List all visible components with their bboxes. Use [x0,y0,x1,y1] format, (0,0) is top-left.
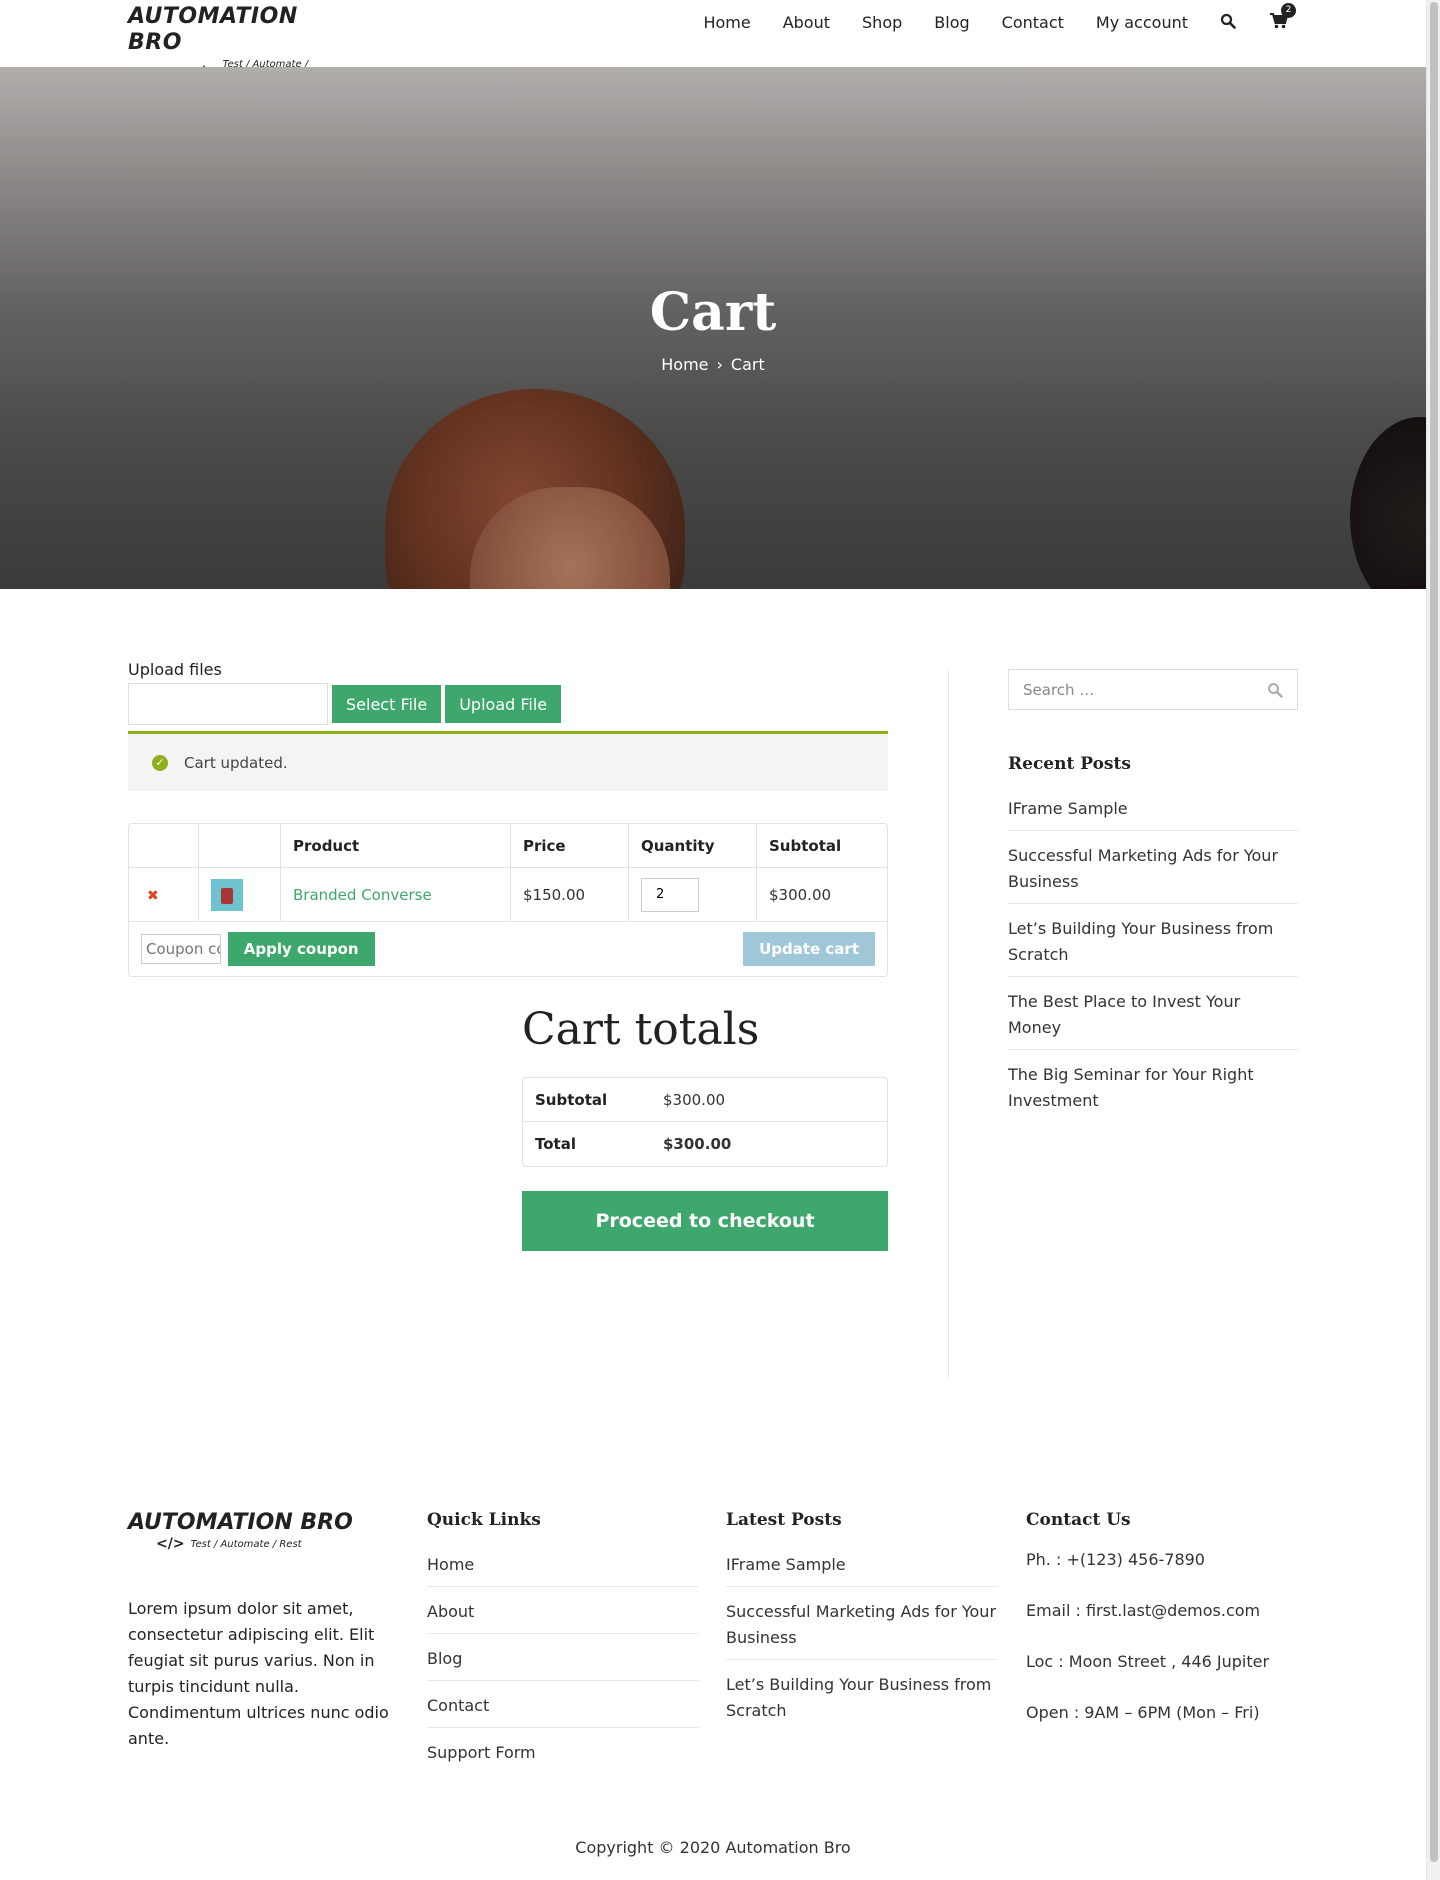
breadcrumb: Home › Cart [0,355,1426,374]
recent-post-link[interactable]: Successful Marketing Ads for Your Busine… [1008,839,1298,904]
page-scrollbar[interactable] [1426,0,1440,1880]
sidebar-search-input[interactable]: Search … [1008,669,1298,710]
footer-about: AUTOMATION BRO </> Test / Automate / Res… [128,1510,400,1752]
scrollbar-thumb[interactable] [1430,2,1438,1862]
notice-text: Cart updated. [184,753,288,772]
latest-posts-list: IFrame Sample Successful Marketing Ads f… [726,1548,998,1732]
header-thumbnail [199,824,281,868]
copyright: Copyright © 2020 Automation Bro [575,1838,851,1857]
coupon-input[interactable] [141,934,221,964]
quick-links-heading: Quick Links [427,1510,541,1530]
nav-shop[interactable]: Shop [862,13,902,32]
total-row: Total $300.00 [523,1122,887,1166]
recent-posts-list: IFrame Sample Successful Marketing Ads f… [1008,792,1298,1122]
total-label: Total [535,1135,576,1153]
footer-contact: Contact Us Ph. : +(123) 456-7890 Email :… [1026,1510,1298,1752]
cart-main: Upload files Select File Upload File ✓ C… [128,660,888,1251]
upload-file-field[interactable] [128,683,328,725]
header-remove [129,824,199,868]
recent-post-link[interactable]: The Big Seminar for Your Right Investmen… [1008,1058,1298,1122]
subtotal-row: Subtotal $300.00 [523,1078,887,1122]
total-value: $300.00 [663,1135,732,1153]
nav-about[interactable]: About [783,13,830,32]
cart-count-badge: 2 [1281,3,1296,18]
update-cart-button[interactable]: Update cart [743,932,875,966]
nav-blog[interactable]: Blog [934,13,969,32]
footer-link-home[interactable]: Home [427,1548,699,1587]
footer-link-contact[interactable]: Contact [427,1689,699,1728]
footer-link-blog[interactable]: Blog [427,1642,699,1681]
contact-heading: Contact Us [1026,1510,1131,1530]
footer-tagline-text: Test / Automate / Rest [190,1538,302,1550]
header-subtotal: Subtotal [757,824,887,868]
latest-posts-heading: Latest Posts [726,1510,842,1530]
latest-post-link[interactable]: IFrame Sample [726,1548,998,1587]
quick-links-list: Home About Blog Contact Support Form [427,1548,699,1774]
content-sidebar-divider [948,670,949,1378]
shopping-cart-icon[interactable]: 2 [1270,3,1296,31]
header-quantity: Quantity [629,824,757,868]
header-product: Product [281,824,511,868]
quantity-input[interactable] [641,877,699,912]
logo-title: AUTOMATION BRO [128,4,298,55]
site-header: AUTOMATION BRO </> Test / Automate / Res… [0,0,1426,84]
footer-description: Lorem ipsum dolor sit amet, consectetur … [128,1599,389,1748]
header-price: Price [511,824,629,868]
product-link[interactable]: Branded Converse [293,886,432,904]
breadcrumb-current: Cart [730,355,765,374]
footer-link-support-form[interactable]: Support Form [427,1736,699,1774]
nav-contact[interactable]: Contact [1002,13,1064,32]
contact-hours: Open : 9AM – 6PM (Mon – Fri) [1026,1703,1260,1722]
recent-post-link[interactable]: The Best Place to Invest Your Money [1008,985,1298,1050]
search-placeholder: Search … [1023,680,1095,699]
check-circle-icon: ✓ [152,754,168,771]
table-row: ✖ Branded Converse $150.00 $300.00 [129,868,887,922]
page-title: Cart [649,282,777,343]
footer-latest-posts: Latest Posts IFrame Sample Successful Ma… [726,1510,998,1740]
sidebar: Search … Recent Posts IFrame Sample Succ… [1008,669,1298,1130]
main-nav: Home About Shop Blog Contact My account … [703,0,1296,44]
nav-my-account[interactable]: My account [1096,13,1188,32]
product-price: $150.00 [511,868,629,922]
contact-phone: Ph. : +(123) 456-7890 [1026,1550,1205,1569]
footer-link-about[interactable]: About [427,1595,699,1634]
apply-coupon-button[interactable]: Apply coupon [227,932,375,966]
contact-location: Loc : Moon Street , 446 Jupiter [1026,1652,1270,1671]
cart-actions-row: Apply coupon Update cart [129,922,887,976]
proceed-to-checkout-button[interactable]: Proceed to checkout [522,1191,888,1251]
product-thumbnail[interactable] [211,878,243,911]
breadcrumb-separator: › [716,355,723,374]
recent-post-link[interactable]: IFrame Sample [1008,792,1298,831]
upload-file-button[interactable]: Upload File [445,685,562,723]
footer-logo-title: AUTOMATION BRO [128,1510,353,1535]
search-icon[interactable] [1267,682,1283,698]
cart-totals: Cart totals Subtotal $300.00 Total $300.… [522,1004,888,1251]
cart-table: Product Price Quantity Subtotal ✖ Brande… [128,823,888,977]
footer-quick-links: Quick Links Home About Blog Contact Supp… [427,1510,699,1782]
subtotal-value: $300.00 [651,1078,887,1122]
search-icon[interactable] [1220,13,1238,31]
footer-logo-tagline: </> Test / Automate / Rest [156,1536,400,1552]
site-logo[interactable]: AUTOMATION BRO </> Test / Automate / Res… [128,4,328,84]
footer-logo[interactable]: AUTOMATION BRO </> Test / Automate / Res… [128,1510,400,1552]
upload-label: Upload files [128,660,222,679]
cart-table-header: Product Price Quantity Subtotal [129,824,887,868]
contact-email: Email : first.last@demos.com [1026,1601,1261,1620]
product-subtotal: $300.00 [757,868,887,922]
upload-row: Select File Upload File [128,683,888,725]
code-icon: </> [156,1536,185,1552]
latest-post-link[interactable]: Successful Marketing Ads for Your Busine… [726,1595,998,1660]
nav-home[interactable]: Home [703,13,750,32]
latest-post-link[interactable]: Let’s Building Your Business from Scratc… [726,1668,998,1732]
breadcrumb-home[interactable]: Home [661,355,708,374]
remove-item-icon[interactable]: ✖ [147,888,159,904]
recent-posts-heading: Recent Posts [1008,754,1131,774]
cart-totals-heading: Cart totals [522,1004,760,1055]
select-file-button[interactable]: Select File [332,685,442,723]
totals-table: Subtotal $300.00 Total $300.00 [522,1077,888,1167]
cart-updated-notice: ✓ Cart updated. [128,731,888,791]
recent-post-link[interactable]: Let’s Building Your Business from Scratc… [1008,912,1298,977]
subtotal-label: Subtotal [523,1078,651,1122]
